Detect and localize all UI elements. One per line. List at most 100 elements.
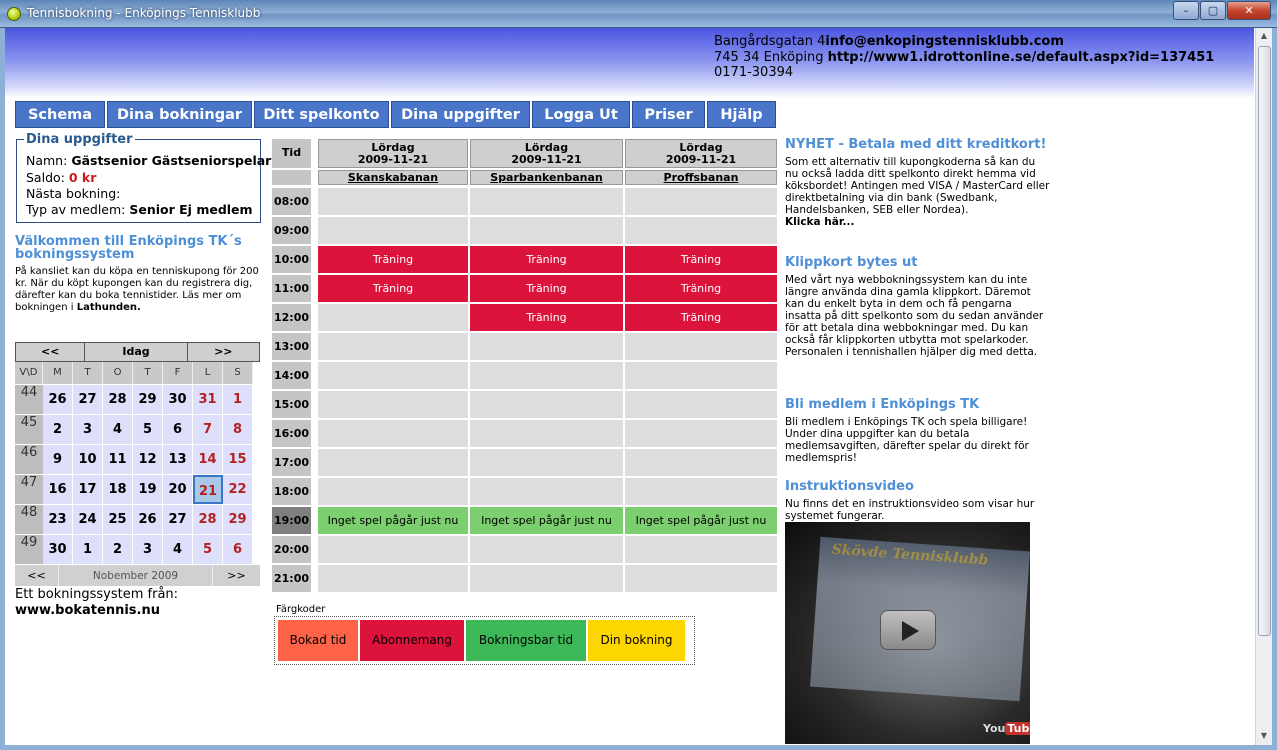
slot-free[interactable] [470,391,623,418]
slot-free[interactable] [318,420,468,447]
calendar-prev-button[interactable]: << [16,343,86,361]
nav-hjalp[interactable]: Hjälp [707,101,776,128]
nav-dina-bokningar[interactable]: Dina bokningar [107,101,252,128]
slot-free[interactable] [470,478,623,505]
scrollbar-thumb[interactable] [1258,46,1271,636]
slot-free[interactable] [470,188,623,215]
calendar-day[interactable]: 30 [43,535,73,564]
nav-dina-uppgifter[interactable]: Dina uppgifter [391,101,530,128]
slot-free[interactable] [470,565,623,592]
calendar-day[interactable]: 2 [43,415,73,444]
court-header[interactable]: Skanskabanan [318,170,468,185]
calendar-day[interactable]: 20 [163,475,193,504]
slot-free[interactable] [625,188,777,215]
calendar-day[interactable]: 18 [103,475,133,504]
calendar-day[interactable]: 16 [43,475,73,504]
nav-priser[interactable]: Priser [632,101,705,128]
calendar-day[interactable]: 24 [73,505,103,534]
calendar-day[interactable]: 19 [133,475,163,504]
calendar-day[interactable]: 23 [43,505,73,534]
nav-logga-ut[interactable]: Logga Ut [532,101,630,128]
calendar-day[interactable]: 8 [223,415,253,444]
nav-schema[interactable]: Schema [15,101,105,128]
slot-free[interactable] [470,217,623,244]
slot-free[interactable] [318,478,468,505]
email-link[interactable]: info@enkopingstennisklubb.com [825,34,1063,49]
calendar-day[interactable]: 27 [73,385,103,414]
slot-free[interactable] [625,536,777,563]
slot-free[interactable] [318,449,468,476]
slot-free[interactable] [318,565,468,592]
calendar-day[interactable]: 7 [193,415,223,444]
calendar-next-button[interactable]: >> [188,343,259,361]
scroll-down-icon[interactable]: ▼ [1256,728,1272,744]
slot-free[interactable] [625,362,777,389]
calendar-day[interactable]: 30 [163,385,193,414]
slot-free[interactable] [470,420,623,447]
calendar-day[interactable]: 1 [73,535,103,564]
calendar-day[interactable]: 15 [223,445,253,474]
court-header[interactable]: Sparbankenbanan [470,170,623,185]
slot-free[interactable] [625,391,777,418]
calendar-day[interactable]: 4 [163,535,193,564]
calendar-day[interactable]: 12 [133,445,163,474]
slot-free[interactable] [470,362,623,389]
court-header[interactable]: Proffsbanan [625,170,777,185]
lathunden-link[interactable]: Lathunden. [77,302,141,313]
calendar-day[interactable]: 28 [193,505,223,534]
play-button-icon[interactable] [880,610,936,650]
calendar-day[interactable]: 26 [43,385,73,414]
calendar-day[interactable]: 11 [103,445,133,474]
month-prev-button[interactable]: << [15,565,58,586]
vertical-scrollbar[interactable]: ▲ ▼ [1255,28,1272,745]
calendar-day[interactable]: 31 [193,385,223,414]
slot-free[interactable] [470,333,623,360]
scroll-up-icon[interactable]: ▲ [1256,28,1272,44]
calendar-today-button[interactable]: Idag [85,343,188,361]
minimize-icon[interactable]: – [1173,1,1199,20]
slot-free[interactable] [318,333,468,360]
slot-free[interactable] [470,449,623,476]
calendar-day[interactable]: 6 [223,535,253,564]
slot-free[interactable] [625,449,777,476]
calendar-day[interactable]: 25 [103,505,133,534]
calendar-day[interactable]: 10 [73,445,103,474]
calendar-day[interactable]: 21 [193,475,223,504]
calendar-day[interactable]: 26 [133,505,163,534]
slot-free[interactable] [625,217,777,244]
calendar-day[interactable]: 28 [103,385,133,414]
club-website-link[interactable]: http://www1.idrottonline.se/default.aspx… [828,50,1215,65]
calendar-day[interactable]: 3 [73,415,103,444]
calendar-day[interactable]: 5 [133,415,163,444]
calendar-day[interactable]: 17 [73,475,103,504]
slot-free[interactable] [625,565,777,592]
click-here-link[interactable]: Klicka här... [785,216,855,228]
slot-free[interactable] [625,478,777,505]
calendar-day[interactable]: 3 [133,535,163,564]
slot-free[interactable] [625,333,777,360]
close-icon[interactable]: ✕ [1227,1,1271,20]
calendar-day[interactable]: 13 [163,445,193,474]
calendar-day[interactable]: 1 [223,385,253,414]
calendar-day[interactable]: 5 [193,535,223,564]
calendar-day[interactable]: 14 [193,445,223,474]
calendar-day[interactable]: 27 [163,505,193,534]
nav-ditt-spelkonto[interactable]: Ditt spelkonto [254,101,389,128]
slot-free[interactable] [318,188,468,215]
calendar-day[interactable]: 2 [103,535,133,564]
slot-free[interactable] [318,391,468,418]
calendar-day[interactable]: 4 [103,415,133,444]
slot-free[interactable] [318,362,468,389]
calendar-day[interactable]: 9 [43,445,73,474]
maximize-icon[interactable]: ▢ [1200,1,1226,20]
slot-free[interactable] [625,420,777,447]
slot-free[interactable] [318,536,468,563]
window-titlebar[interactable]: Tennisbokning - Enköpings Tennisklubb – … [0,0,1277,28]
slot-free[interactable] [318,217,468,244]
booking-system-link[interactable]: www.bokatennis.nu [15,603,160,618]
calendar-day[interactable]: 29 [133,385,163,414]
calendar-day[interactable]: 29 [223,505,253,534]
instruction-video[interactable]: Skövde Tennisklubb YouTube [785,522,1030,744]
slot-free[interactable] [318,304,468,331]
calendar-day[interactable]: 22 [223,475,253,504]
